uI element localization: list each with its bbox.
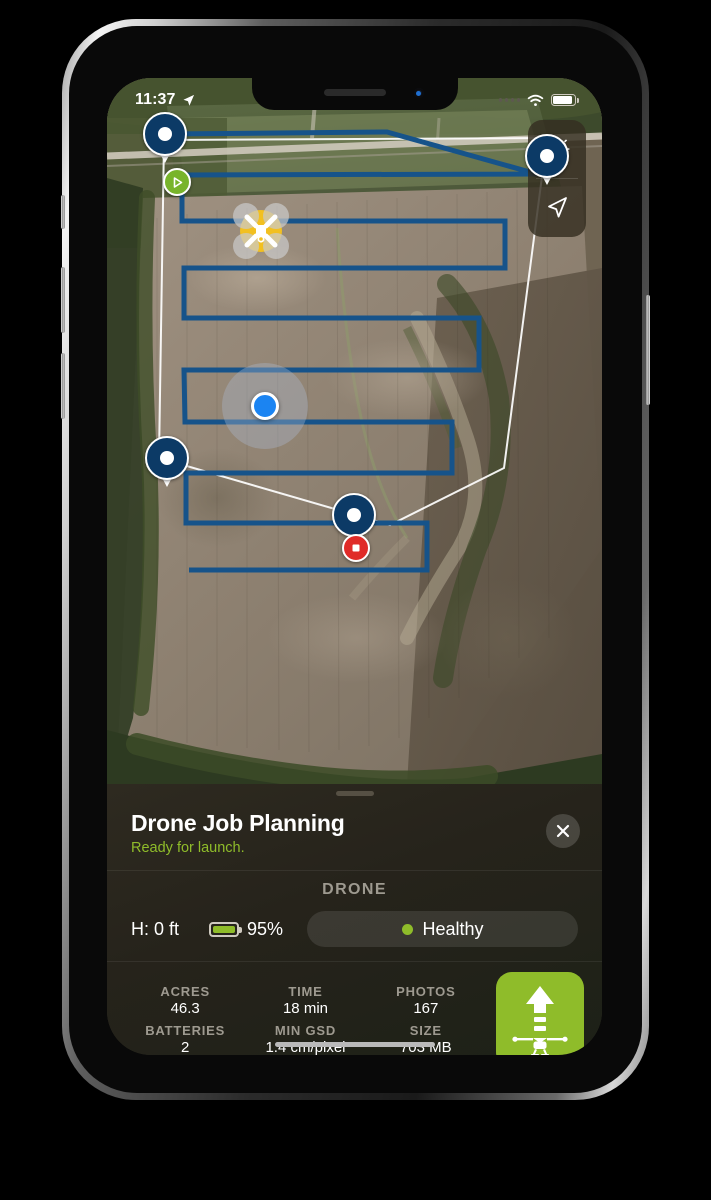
close-icon (556, 824, 570, 838)
front-camera (413, 88, 424, 98)
stat-value: 18 min (282, 1000, 328, 1017)
phone-screen: Drone Job Planning Ready for launch. DRO… (107, 78, 602, 1055)
battery-full-icon (551, 94, 579, 106)
phone-bezel: Drone Job Planning Ready for launch. DRO… (69, 26, 642, 1093)
status-badge[interactable]: Healthy (307, 911, 578, 947)
notch (251, 78, 458, 110)
waypoint-pin-2[interactable] (525, 134, 569, 185)
pin-head (143, 112, 187, 156)
pin-head (525, 134, 569, 178)
close-button[interactable] (546, 814, 580, 848)
waypoint-pin-3[interactable] (145, 436, 189, 487)
stat-label: MIN GSD (274, 1023, 337, 1038)
recenter-button[interactable] (528, 179, 586, 237)
sheet-title-group: Drone Job Planning Ready for launch. (131, 810, 345, 856)
stat-photos: PHOTOS 167 (366, 984, 486, 1017)
drone-icon (233, 203, 289, 259)
screenshot-root: Drone Job Planning Ready for launch. DRO… (0, 0, 711, 1200)
home-indicator[interactable] (274, 1042, 435, 1047)
pin-head (145, 436, 189, 480)
power-button[interactable] (646, 295, 650, 405)
stat-value: 167 (413, 1000, 439, 1017)
signal-dots-icon (498, 98, 520, 102)
stat-size: SIZE 703 MB (366, 1023, 486, 1055)
map-view[interactable] (107, 78, 602, 784)
battery-icon (209, 921, 242, 937)
job-planning-sheet: Drone Job Planning Ready for launch. DRO… (107, 784, 602, 1055)
stat-time: TIME 18 min (245, 984, 365, 1017)
play-icon (173, 176, 182, 188)
mission-start-marker[interactable] (163, 168, 191, 196)
status-left: 11:37 (135, 91, 195, 109)
stat-label: TIME (288, 984, 323, 999)
location-arrow-icon (183, 94, 194, 106)
status-subtitle: Ready for launch. (131, 840, 245, 856)
drone-section-label: DRONE (322, 881, 387, 898)
stat-label: BATTERIES (145, 1023, 226, 1038)
stat-label: PHOTOS (396, 984, 456, 999)
status-dot-icon (401, 923, 413, 935)
stat-min-gsd: MIN GSD 1.4 cm/pixel (245, 1023, 365, 1055)
stat-value: 46.3 (170, 1000, 200, 1017)
clock: 11:37 (135, 91, 176, 108)
volume-up-button[interactable] (61, 267, 65, 333)
sheet-header: Drone Job Planning Ready for launch. (107, 796, 602, 871)
volume-down-button[interactable] (61, 353, 65, 419)
mission-end-marker[interactable] (342, 534, 370, 562)
phone-frame: Drone Job Planning Ready for launch. DRO… (61, 19, 650, 1100)
status-right (498, 94, 579, 107)
launch-button[interactable] (496, 972, 584, 1055)
altitude-value: H: 0 ft (131, 918, 180, 939)
drone-status-row: H: 0 ft 95% Healthy (107, 907, 602, 962)
stat-batteries: BATTERIES 2 (125, 1023, 245, 1055)
status-badge-label: Healthy (422, 918, 484, 939)
waypoint-pin-4[interactable] (332, 493, 376, 544)
navigation-arrow-icon (548, 197, 567, 218)
mute-switch[interactable] (61, 195, 65, 229)
battery-percent: 95% (247, 918, 284, 939)
stat-label: SIZE (409, 1023, 442, 1038)
stop-icon (352, 544, 360, 552)
drone-battery-group: 95% (209, 919, 283, 940)
wifi-icon (527, 94, 544, 106)
launch-drone-icon (512, 986, 568, 1055)
stat-acres: ACRES 46.3 (125, 984, 245, 1017)
earpiece-speaker (323, 89, 386, 96)
drone-marker[interactable] (230, 200, 292, 262)
pin-head (332, 493, 376, 537)
user-location-dot (251, 392, 279, 420)
stat-label: ACRES (160, 984, 210, 999)
stat-value: 2 (180, 1039, 190, 1055)
page-title: Drone Job Planning (131, 810, 345, 836)
waypoint-pin-1[interactable] (143, 112, 187, 163)
